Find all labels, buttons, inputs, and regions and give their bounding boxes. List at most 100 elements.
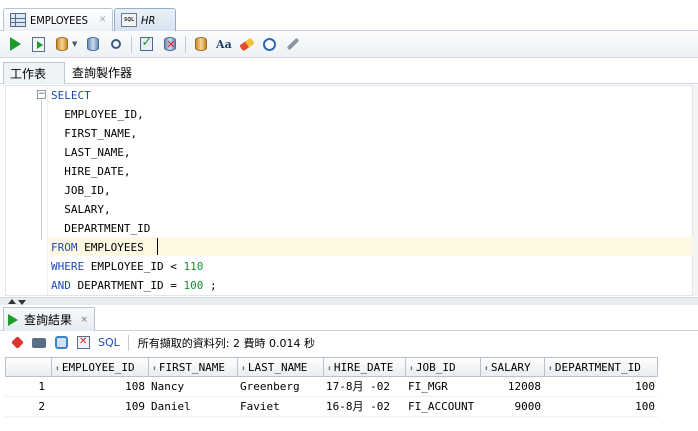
text-case-icon: Aa: [216, 37, 232, 51]
result-toolbar: SQL 所有擷取的資料列: 2 費時 0.014 秒: [0, 331, 698, 354]
tab-query-builder[interactable]: 查詢製作器: [66, 62, 146, 84]
table-cell[interactable]: 100: [544, 377, 658, 397]
column-header-salary[interactable]: SALARY: [480, 357, 544, 377]
explain-plan-icon: [86, 37, 99, 51]
tab-employees-label: EMPLOYEES: [30, 13, 88, 27]
unshared-sql-button[interactable]: [191, 35, 210, 54]
sql-link[interactable]: SQL: [98, 336, 120, 349]
delete-icon: [76, 336, 90, 349]
worksheet-subtabs: 工作表 查詢製作器: [0, 59, 698, 84]
column-header-last-name[interactable]: LAST_NAME: [237, 357, 323, 377]
tab-query-result[interactable]: 查詢結果 ×: [3, 307, 95, 331]
table-cell[interactable]: 109: [51, 397, 148, 417]
pin-button[interactable]: [8, 335, 26, 351]
run-script-button[interactable]: [29, 35, 48, 54]
pin-icon: [10, 336, 24, 349]
clock-icon: [263, 37, 277, 51]
column-header-employee-id[interactable]: EMPLOYEE_ID: [51, 357, 148, 377]
worksheet-toolbar: ▼ Aa: [0, 31, 698, 58]
rollback-icon: [163, 37, 176, 51]
table-cell[interactable]: Faviet: [237, 397, 323, 417]
tuning-advisor-button[interactable]: [106, 35, 125, 54]
column-header-first-name[interactable]: FIRST_NAME: [148, 357, 237, 377]
run-script-icon: [32, 36, 45, 52]
sql-editor[interactable]: − SELECT EMPLOYEE_ID, FIRST_NAME, LAST_N…: [5, 85, 693, 296]
print-button[interactable]: [30, 335, 48, 351]
table-cell[interactable]: Nancy: [148, 377, 237, 397]
result-tab-bar: 查詢結果 ×: [0, 305, 698, 331]
clear-results-button[interactable]: [74, 335, 92, 351]
table-cell[interactable]: 9000: [480, 397, 544, 417]
row-number[interactable]: 2: [5, 397, 51, 417]
document-tab-bar: EMPLOYEES ✕ SQL HR: [0, 0, 698, 31]
column-header-hire-date[interactable]: HIRE_DATE: [323, 357, 405, 377]
tools-button[interactable]: [283, 35, 302, 54]
magnifier-icon: [110, 39, 121, 49]
autotrace-button[interactable]: [52, 35, 71, 54]
run-icon: [8, 313, 18, 326]
sql-history-button[interactable]: [260, 35, 279, 54]
wrench-icon: [286, 37, 300, 51]
table-cell[interactable]: Greenberg: [237, 377, 323, 397]
code-line: AND DEPARTMENT_ID = 100 ;: [51, 279, 217, 292]
fetch-status: 所有擷取的資料列: 2 費時 0.014 秒: [137, 336, 315, 350]
rollback-button[interactable]: [160, 35, 179, 54]
toolbar-separator: [127, 334, 129, 351]
expand-up-icon[interactable]: [8, 299, 16, 304]
code-line: LAST_NAME,: [51, 146, 131, 159]
run-statement-button[interactable]: [6, 35, 25, 54]
table-cell[interactable]: FI_ACCOUNT: [405, 397, 480, 417]
clear-button[interactable]: [237, 35, 256, 54]
code-line: FROM EMPLOYEES: [51, 241, 144, 254]
result-grid[interactable]: EMPLOYEE_ID FIRST_NAME LAST_NAME HIRE_DA…: [5, 355, 698, 431]
close-icon[interactable]: ✕: [99, 15, 106, 25]
code-line: FIRST_NAME,: [51, 127, 138, 140]
code-line: JOB_ID,: [51, 184, 111, 197]
grid-header: EMPLOYEE_ID FIRST_NAME LAST_NAME HIRE_DA…: [5, 357, 698, 377]
code-line: DEPARTMENT_ID: [51, 222, 151, 235]
result-tab-label: 查詢結果: [24, 313, 73, 327]
tab-worksheet[interactable]: 工作表: [3, 62, 65, 84]
editor-gutter: −: [6, 86, 48, 295]
panel-splitter[interactable]: [0, 297, 698, 305]
tab-hr-label: HR: [141, 13, 156, 27]
row-number-header: [5, 357, 51, 377]
commit-button[interactable]: [137, 35, 156, 54]
code-line: WHERE EMPLOYEE_ID < 110: [51, 260, 204, 273]
table-cell[interactable]: 17-8月 -02: [323, 377, 405, 397]
toolbar-separator: [131, 35, 133, 53]
printer-icon: [32, 337, 46, 348]
toolbar-separator: [185, 35, 187, 53]
sql-worksheet-icon: SQL: [121, 13, 137, 27]
tab-employees[interactable]: EMPLOYEES ✕: [3, 8, 113, 31]
column-header-department-id[interactable]: DEPARTMENT_ID: [544, 357, 658, 377]
autotrace-icon: [55, 37, 68, 51]
column-header-job-id[interactable]: JOB_ID: [405, 357, 480, 377]
fold-collapse-icon[interactable]: −: [37, 90, 46, 99]
case-toggle-button[interactable]: Aa: [214, 35, 233, 54]
code-line: EMPLOYEE_ID,: [51, 108, 144, 121]
text-caret: [157, 238, 158, 255]
table-cell[interactable]: FI_MGR: [405, 377, 480, 397]
run-icon: [10, 37, 21, 51]
current-line-highlight: [49, 237, 693, 256]
table-cell[interactable]: 108: [51, 377, 148, 397]
refresh-icon: [54, 336, 68, 349]
unshared-sql-icon: [194, 37, 207, 51]
eraser-icon: [239, 37, 255, 51]
close-icon[interactable]: ×: [80, 315, 88, 325]
editor-scrollbar[interactable]: [693, 85, 698, 296]
row-number[interactable]: 1: [5, 377, 51, 397]
table-cell[interactable]: 16-8月 -02: [323, 397, 405, 417]
table-cell[interactable]: Daniel: [148, 397, 237, 417]
tab-hr[interactable]: SQL HR: [114, 8, 176, 31]
explain-plan-button[interactable]: [83, 35, 102, 54]
table-cell[interactable]: 12008: [480, 377, 544, 397]
code-line: SALARY,: [51, 203, 111, 216]
fold-guide-line: [41, 100, 42, 240]
chevron-down-icon[interactable]: ▼: [72, 40, 77, 48]
table-cell[interactable]: 100: [544, 397, 658, 417]
code-line: HIRE_DATE,: [51, 165, 131, 178]
refresh-button[interactable]: [52, 335, 70, 351]
code-line: SELECT: [51, 89, 91, 102]
